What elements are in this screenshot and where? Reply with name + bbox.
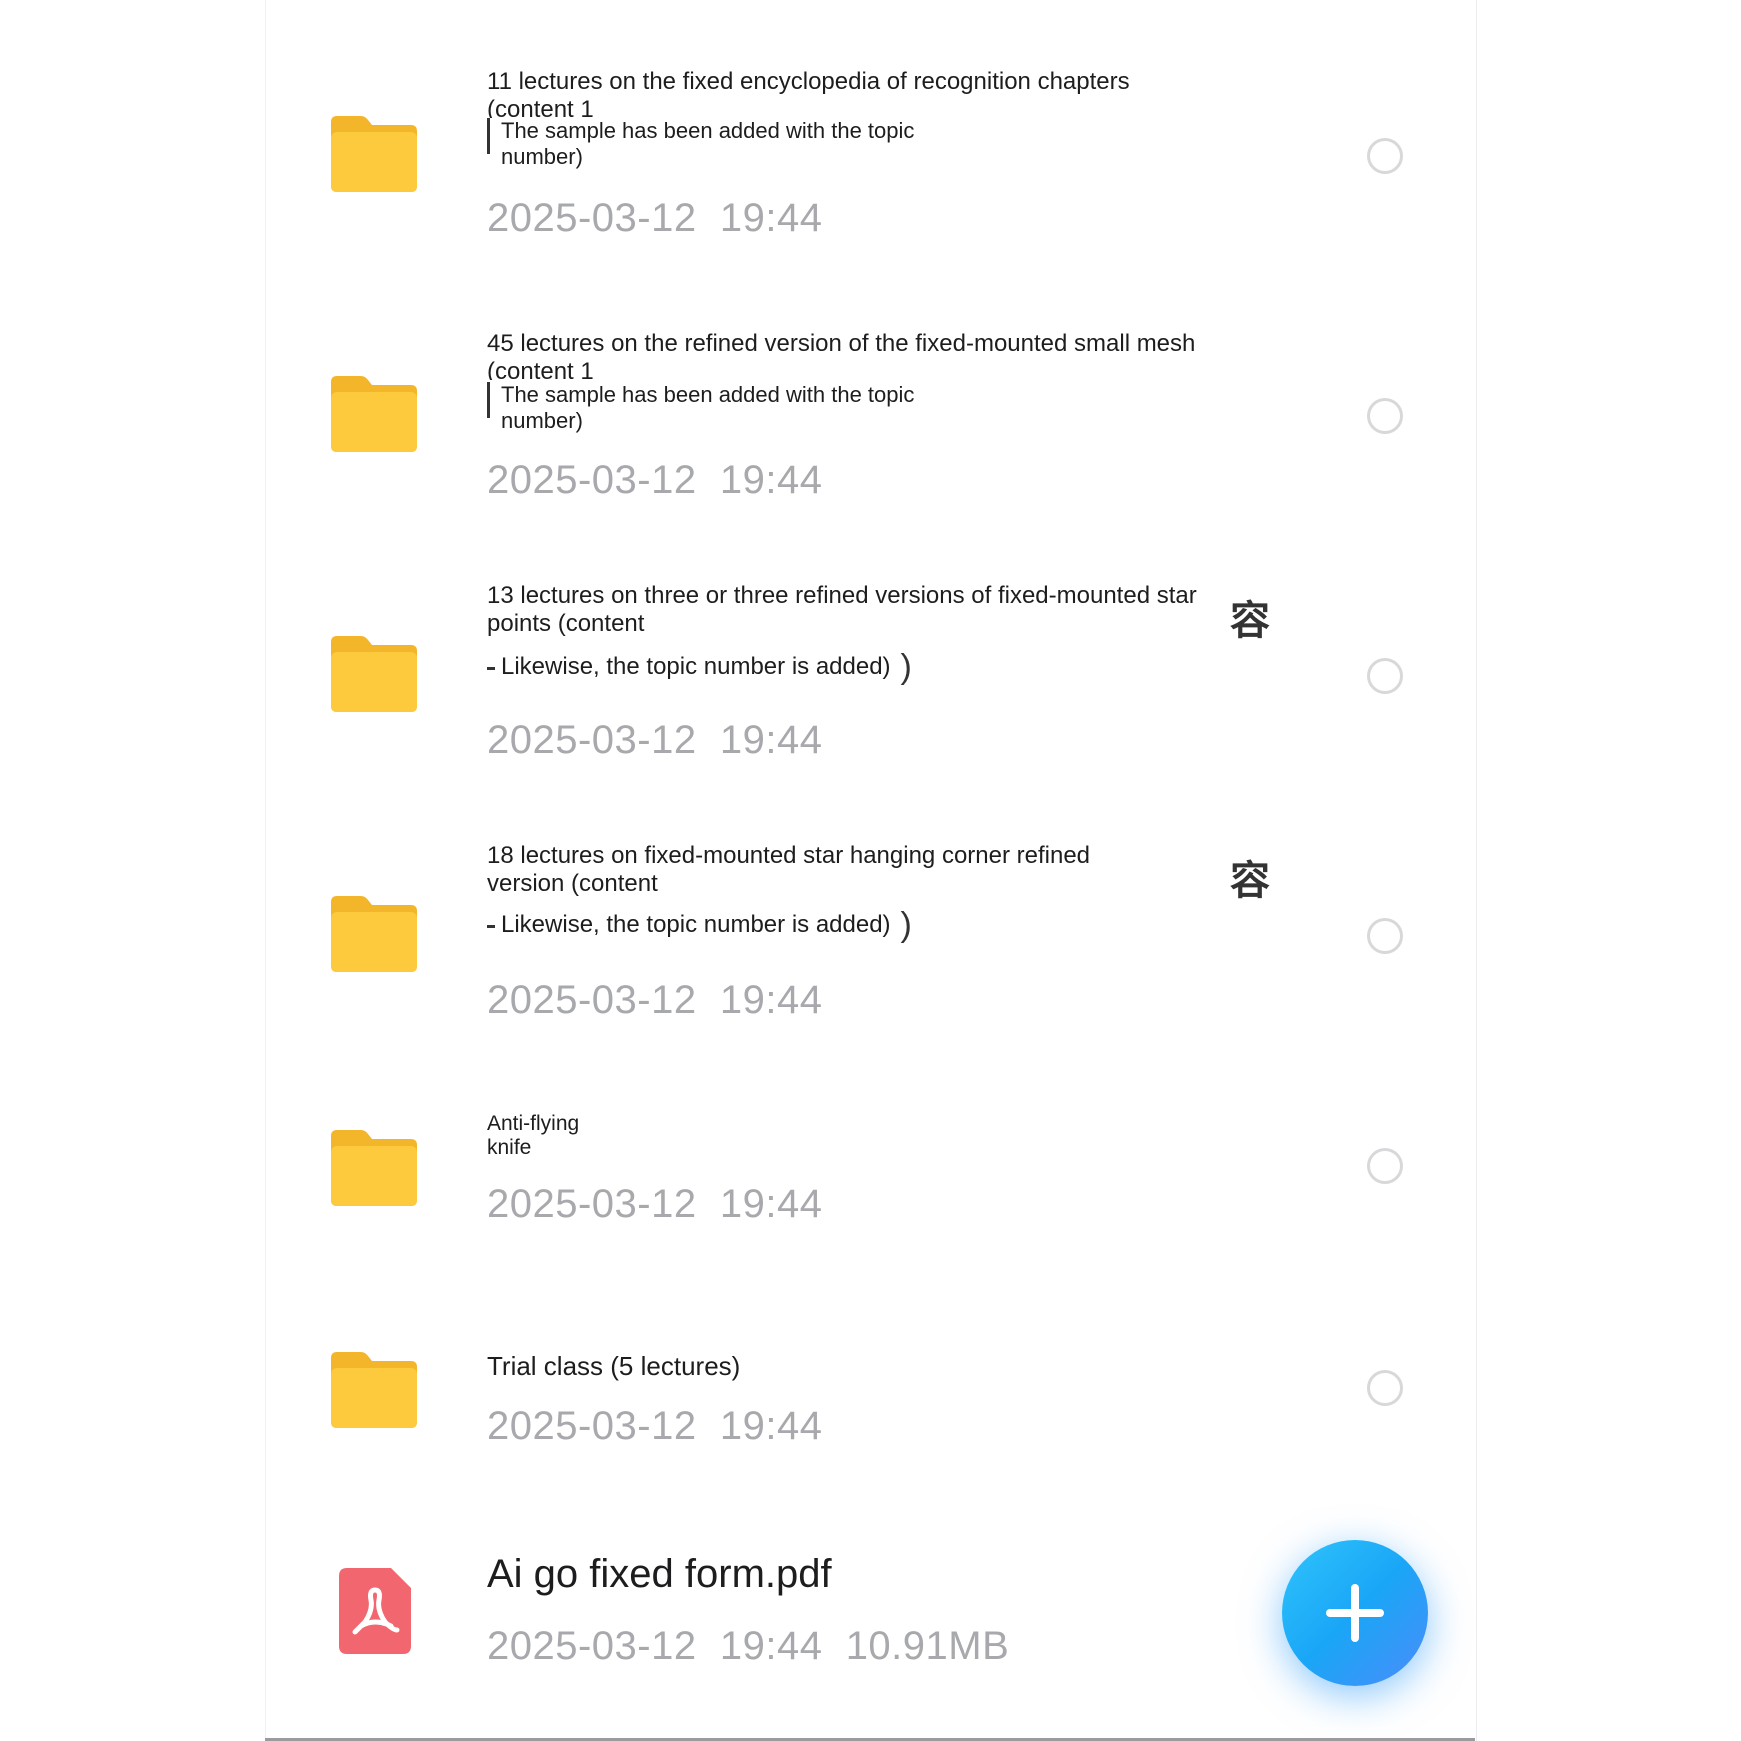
item-date-value: 2025-03-12 — [487, 196, 697, 240]
folder-icon — [327, 372, 419, 454]
add-button[interactable] — [1282, 1540, 1428, 1686]
select-radio[interactable] — [1367, 918, 1403, 954]
folder-icon — [327, 1126, 419, 1208]
item-subtitle-text: The sample has been added with the topic… — [501, 118, 915, 169]
select-radio[interactable] — [1367, 1148, 1403, 1184]
item-date-value: 2025-03-12 — [487, 718, 697, 762]
item-size-value: 10.91MB — [845, 1624, 1010, 1668]
text-mark — [487, 667, 495, 670]
item-date-value: 2025-03-12 — [487, 1182, 697, 1226]
item-title: 18 lectures on fixed-mounted star hangin… — [487, 842, 1091, 897]
item-date-value: 2025-03-12 — [487, 458, 697, 502]
folder-icon — [327, 112, 419, 194]
item-time-value: 19:44 — [719, 1624, 823, 1668]
select-radio[interactable] — [1367, 138, 1403, 174]
text-fragment: ) — [900, 648, 912, 686]
item-date: 2025-03-12 19:44 — [487, 718, 822, 763]
item-time-value: 19:44 — [719, 196, 823, 240]
item-title: Ai go fixed form.pdf — [487, 1552, 832, 1596]
list-item[interactable]: Anti-flying knife 2025-03-12 19:44 — [265, 1040, 1475, 1260]
item-time-value: 19:44 — [719, 1182, 823, 1226]
item-date-value: 2025-03-12 — [487, 978, 697, 1022]
item-time-value: 19:44 — [719, 1404, 823, 1448]
item-title: Anti-flying knife — [487, 1112, 580, 1159]
list-item[interactable]: 18 lectures on fixed-mounted star hangin… — [265, 780, 1475, 1040]
folder-icon — [327, 632, 419, 714]
item-subtitle: The sample has been added with the topic… — [487, 382, 961, 434]
item-date-value: 2025-03-12 — [487, 1624, 697, 1668]
item-subtitle-text: The sample has been added with the topic… — [501, 382, 915, 433]
item-date-value: 2025-03-12 — [487, 1404, 697, 1448]
item-title: 13 lectures on three or three refined ve… — [487, 582, 1197, 637]
item-title-fragment: 容 — [1230, 858, 1270, 904]
item-subtitle: Likewise, the topic number is added)) — [487, 648, 912, 686]
folder-icon — [327, 1348, 419, 1430]
list-item[interactable]: 45 lectures on the refined version of th… — [265, 260, 1475, 520]
item-time-value: 19:44 — [719, 458, 823, 502]
item-title-fragment: 容 — [1230, 598, 1270, 644]
item-time-value: 19:44 — [719, 718, 823, 762]
list-item[interactable]: 13 lectures on three or three refined ve… — [265, 520, 1475, 780]
pdf-icon — [339, 1568, 411, 1654]
item-subtitle-text: Likewise, the topic number is added) — [501, 911, 891, 938]
item-date: 2025-03-12 19:44 10.91MB — [487, 1624, 1009, 1669]
list-item[interactable]: Trial class (5 lectures) 2025-03-12 19:4… — [265, 1260, 1475, 1480]
item-subtitle-text: Likewise, the topic number is added) — [501, 653, 891, 680]
folder-icon — [327, 892, 419, 974]
item-title: 11 lectures on the fixed encyclopedia of… — [487, 68, 1130, 118]
item-title: 45 lectures on the refined version of th… — [487, 330, 1196, 380]
plus-icon-stroke — [1351, 1584, 1359, 1642]
item-date: 2025-03-12 19:44 — [487, 978, 822, 1023]
item-title: Trial class (5 lectures) — [487, 1351, 741, 1381]
text-mark — [487, 118, 496, 154]
item-date: 2025-03-12 19:44 — [487, 1404, 822, 1449]
text-fragment: ) — [900, 906, 912, 944]
text-mark — [487, 382, 496, 418]
text-mark — [487, 925, 495, 928]
select-radio[interactable] — [1367, 658, 1403, 694]
item-time-value: 19:44 — [719, 978, 823, 1022]
select-radio[interactable] — [1367, 398, 1403, 434]
item-date: 2025-03-12 19:44 — [487, 1182, 822, 1227]
list-item[interactable]: 11 lectures on the fixed encyclopedia of… — [265, 0, 1475, 260]
item-subtitle: The sample has been added with the topic… — [487, 118, 961, 170]
select-radio[interactable] — [1367, 1370, 1403, 1406]
item-date: 2025-03-12 19:44 — [487, 458, 822, 503]
item-date: 2025-03-12 19:44 — [487, 196, 822, 241]
item-subtitle: Likewise, the topic number is added)) — [487, 906, 912, 944]
